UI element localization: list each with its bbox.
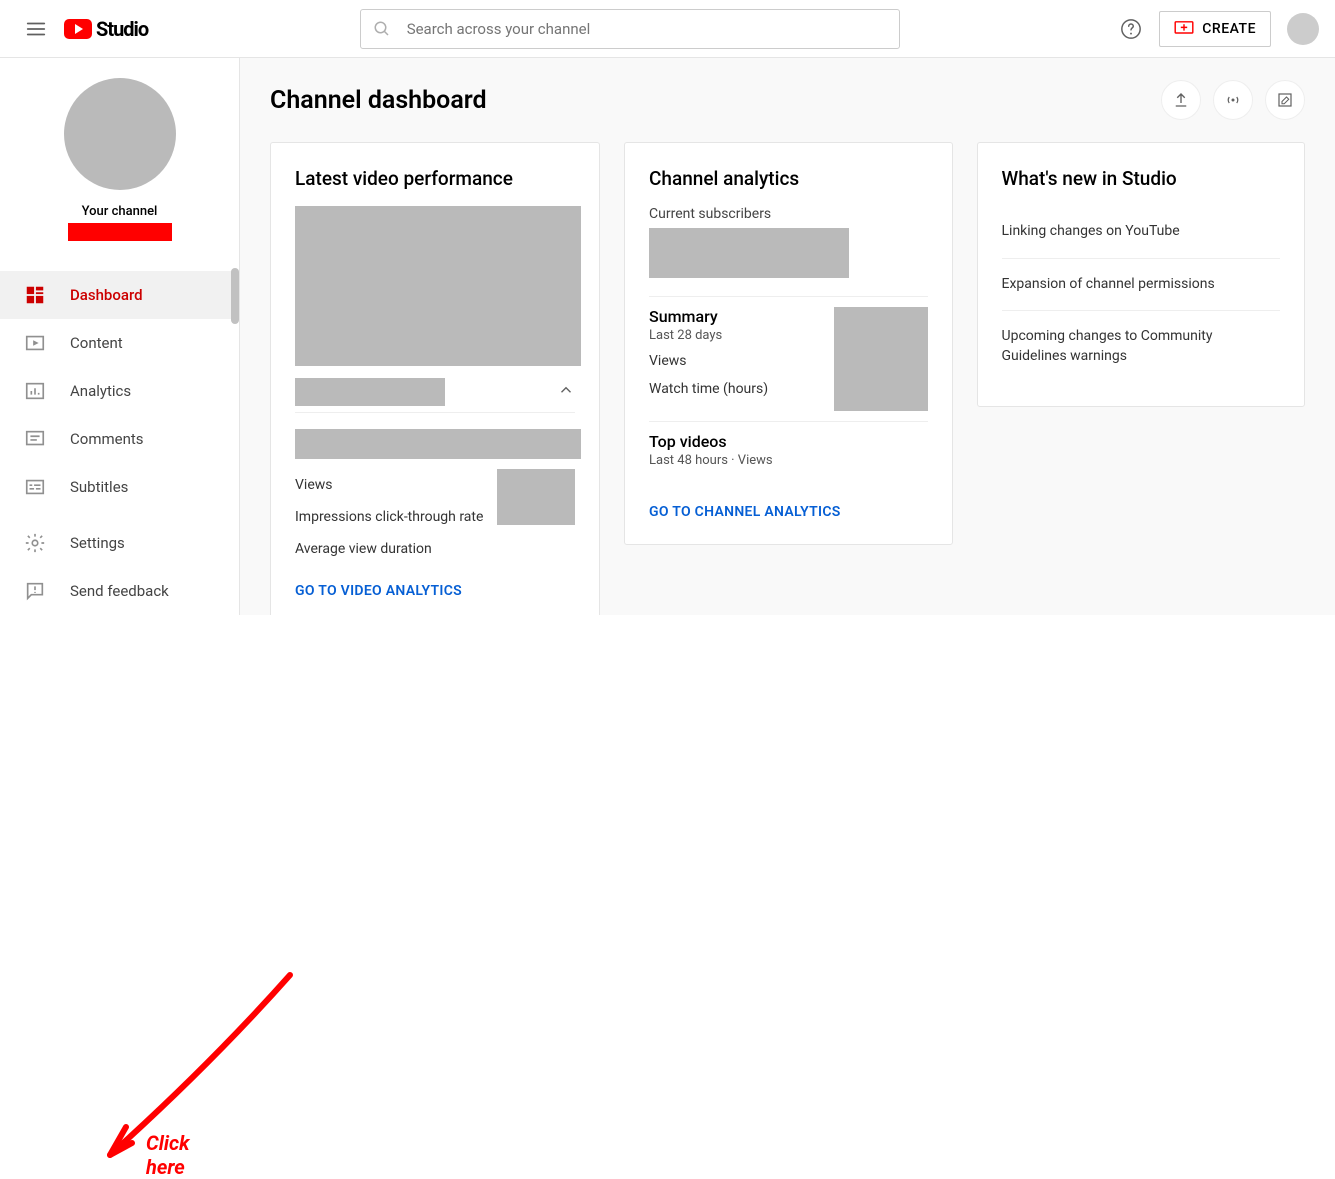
subtitles-icon	[24, 476, 46, 498]
upload-video-button[interactable]	[1161, 80, 1201, 120]
avd-label: Average view duration	[295, 541, 432, 557]
channel-avatar[interactable]	[64, 78, 176, 190]
top-videos-title: Top videos	[649, 432, 928, 451]
go-to-channel-analytics-link[interactable]: GO TO CHANNEL ANALYTICS	[649, 504, 841, 520]
main-content: Channel dashboard Latest video performan…	[240, 58, 1335, 615]
top-videos-subtitle: Last 48 hours · Views	[649, 453, 928, 468]
nav-label: Send feedback	[70, 582, 169, 600]
video-title-redacted	[295, 378, 445, 406]
analytics-icon	[24, 380, 46, 402]
sidebar-scrollbar[interactable]	[231, 268, 239, 324]
subscribers-label: Current subscribers	[649, 206, 928, 222]
summary-block: Summary Last 28 days Views Watch time (h…	[649, 307, 928, 411]
page-title: Channel dashboard	[270, 86, 487, 115]
create-post-button[interactable]	[1265, 80, 1305, 120]
sidebar-item-comments[interactable]: Comments	[0, 415, 239, 463]
dashboard-icon	[24, 284, 46, 306]
sidebar-bottom: Settings Send feedback	[0, 519, 240, 615]
go-live-button[interactable]	[1213, 80, 1253, 120]
channel-name-redacted	[68, 223, 172, 241]
sidebar-item-subtitles[interactable]: Subtitles	[0, 463, 239, 511]
dashboard-cards: Latest video performance Views Impressio…	[270, 142, 1305, 615]
sidebar-item-feedback[interactable]: Send feedback	[0, 567, 240, 615]
create-icon	[1174, 21, 1194, 37]
gear-icon	[24, 532, 46, 554]
your-channel-label: Your channel	[82, 204, 158, 219]
sidebar-item-analytics[interactable]: Analytics	[0, 367, 239, 415]
sidebar-item-dashboard[interactable]: Dashboard	[0, 271, 239, 319]
annotation-text: Click here	[146, 1131, 189, 1179]
arrow-icon	[90, 965, 310, 1175]
search-box[interactable]	[360, 9, 900, 49]
nav-label: Dashboard	[70, 286, 143, 304]
channel-summary: Your channel	[0, 58, 239, 255]
top-header: Studio CREATE	[0, 0, 1335, 58]
nav-label: Comments	[70, 430, 144, 448]
hamburger-icon	[25, 18, 47, 40]
whats-new-card: What's new in Studio Linking changes on …	[977, 142, 1306, 407]
youtube-studio-logo[interactable]: Studio	[64, 17, 148, 41]
upload-icon	[1172, 91, 1190, 109]
header-actions: CREATE	[1111, 9, 1319, 49]
edit-icon	[1276, 91, 1294, 109]
summary-values-redacted	[834, 307, 928, 411]
collapse-button[interactable]	[557, 381, 575, 403]
search-input[interactable]	[407, 20, 887, 38]
search-container	[148, 9, 1111, 49]
news-item[interactable]: Expansion of channel permissions	[1002, 259, 1281, 312]
sidebar-item-settings[interactable]: Settings	[0, 519, 240, 567]
sidebar-item-content[interactable]: Content	[0, 319, 239, 367]
sidebar: Your channel Dashboard Content Analytics…	[0, 58, 240, 615]
watch-time-label: Watch time (hours)	[649, 381, 768, 397]
card-title: What's new in Studio	[1002, 167, 1281, 190]
feedback-icon	[24, 580, 46, 602]
views-label: Views	[295, 477, 333, 493]
latest-video-card: Latest video performance Views Impressio…	[270, 142, 600, 615]
nav-label: Content	[70, 334, 123, 352]
search-icon	[373, 20, 391, 38]
news-item[interactable]: Upcoming changes to Community Guidelines…	[1002, 311, 1281, 382]
go-to-video-analytics-link[interactable]: GO TO VIDEO ANALYTICS	[295, 583, 462, 599]
live-icon	[1224, 91, 1242, 109]
ctr-label: Impressions click-through rate	[295, 509, 483, 525]
create-button[interactable]: CREATE	[1159, 11, 1271, 47]
youtube-play-icon	[64, 19, 92, 39]
stats-header-redacted	[295, 429, 581, 459]
subscriber-count-redacted	[649, 228, 849, 278]
help-button[interactable]	[1111, 9, 1151, 49]
account-avatar[interactable]	[1287, 13, 1319, 45]
hamburger-menu-button[interactable]	[16, 9, 56, 49]
video-thumbnail[interactable]	[295, 206, 581, 366]
create-label: CREATE	[1202, 21, 1256, 37]
channel-analytics-card: Channel analytics Current subscribers Su…	[624, 142, 953, 545]
news-item[interactable]: Linking changes on YouTube	[1002, 206, 1281, 259]
nav-label: Analytics	[70, 382, 131, 400]
video-title-row	[295, 372, 575, 413]
stat-values-redacted	[497, 469, 575, 525]
summary-title: Summary	[649, 307, 768, 326]
nav-label: Subtitles	[70, 478, 128, 496]
views-label: Views	[649, 353, 768, 369]
help-icon	[1120, 18, 1142, 40]
comments-icon	[24, 428, 46, 450]
summary-subtitle: Last 28 days	[649, 328, 768, 343]
chevron-up-icon	[557, 381, 575, 399]
nav-label: Settings	[70, 534, 125, 552]
page-header-actions	[1161, 80, 1305, 120]
logo-text: Studio	[96, 17, 148, 41]
card-title: Channel analytics	[649, 167, 928, 190]
card-title: Latest video performance	[295, 167, 575, 190]
content-icon	[24, 332, 46, 354]
page-header: Channel dashboard	[270, 80, 1305, 120]
